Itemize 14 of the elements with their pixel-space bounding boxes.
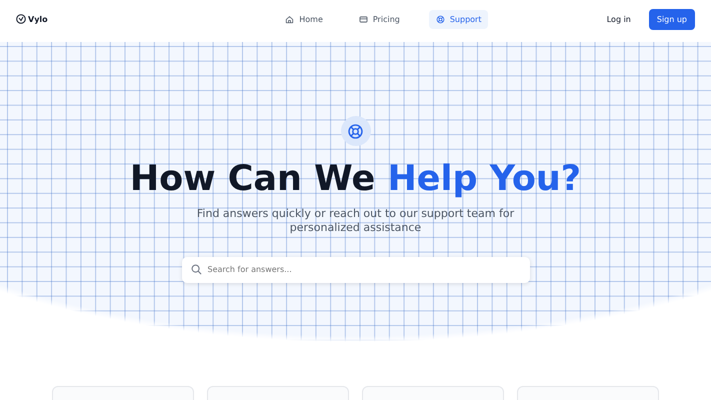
- login-link[interactable]: Log in: [600, 14, 637, 24]
- nav-link[interactable]: Home: [278, 10, 330, 28]
- nav-link[interactable]: Pricing: [352, 10, 407, 28]
- card-icon: [358, 14, 368, 24]
- search-field[interactable]: Search for answers...: [182, 256, 530, 282]
- logo-icon: [16, 14, 26, 24]
- brand-name: Vylo: [28, 14, 48, 24]
- hero-subtitle: Find answers quickly or reach out to our support team for personalized assistance: [196, 206, 516, 234]
- signup-button[interactable]: Sign up: [648, 8, 695, 30]
- home-icon: [285, 14, 294, 24]
- lifebuoy-icon: [436, 14, 445, 24]
- nav-link[interactable]: Support: [428, 10, 488, 28]
- hero-heading: How Can We Help You?: [130, 160, 582, 198]
- search-icon: [190, 264, 202, 275]
